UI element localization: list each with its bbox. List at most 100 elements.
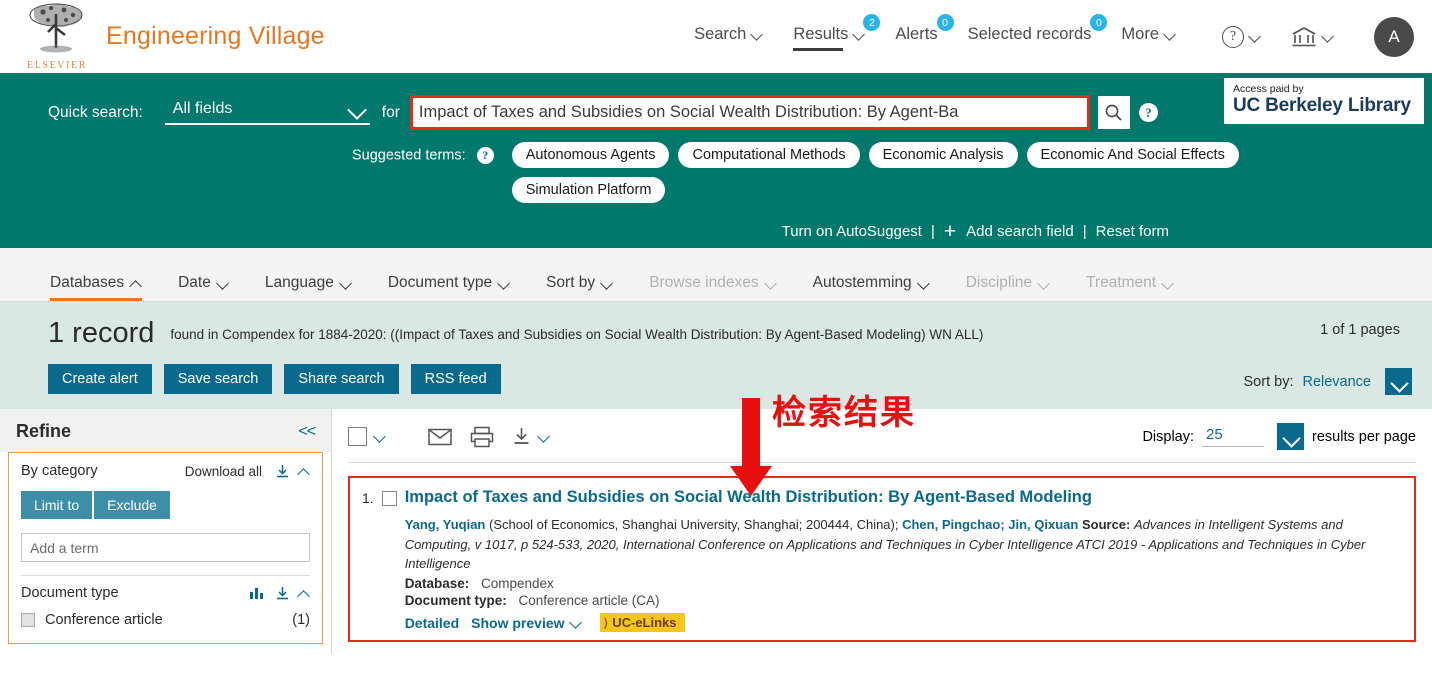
chevron-down-icon — [1393, 376, 1404, 387]
nav-item-alerts[interactable]: Alerts 0 — [895, 14, 954, 48]
refine-header: Refine << — [0, 409, 331, 452]
quick-search-row: Quick search: All fields for Impact of T… — [0, 73, 1432, 130]
search-submit-button[interactable] — [1097, 96, 1130, 129]
email-icon[interactable] — [428, 428, 452, 446]
show-preview-toggle[interactable]: Show preview — [471, 615, 581, 631]
chevron-down-icon — [218, 278, 229, 289]
download-icon[interactable] — [275, 464, 290, 479]
elsevier-wordmark: ELSEVIER — [26, 60, 88, 71]
record-author-2[interactable]: Chen, Pingchao; — [902, 517, 1008, 532]
record-citation: Yang, Yuqian (School of Economics, Shang… — [405, 515, 1402, 574]
suggested-terms-label: Suggested terms: ? — [352, 142, 494, 164]
bank-icon — [1292, 26, 1316, 46]
elsevier-tree-logo: ELSEVIER — [22, 2, 92, 71]
filter-tab-language[interactable]: Language — [265, 248, 352, 301]
access-paid-label: Access paid by — [1233, 83, 1304, 95]
results-toolbar: Display: 25 results per page — [348, 409, 1416, 463]
download-icon[interactable] — [275, 586, 290, 601]
rss-feed-button[interactable]: RSS feed — [410, 364, 501, 395]
select-all-checkbox[interactable] — [348, 427, 367, 446]
suggested-term-pill[interactable]: Computational Methods — [678, 142, 860, 168]
suggested-term-pill[interactable]: Autonomous Agents — [511, 142, 670, 168]
filter-tab-label: Document type — [387, 274, 493, 291]
record-body: Impact of Taxes and Subsidies on Social … — [404, 488, 1402, 633]
query-description: found in Compendex for 1884-2020: ((Impa… — [170, 327, 984, 342]
chevron-down-icon — [1163, 278, 1174, 289]
chevron-up-icon[interactable] — [299, 588, 310, 599]
results-summary: 1 record found in Compendex for 1884-202… — [0, 302, 1432, 409]
nav-label-alerts: Alerts — [895, 25, 938, 43]
detailed-link[interactable]: Detailed — [405, 615, 459, 631]
download-all-label[interactable]: Download all — [185, 464, 262, 479]
document-type-controls — [249, 586, 310, 601]
database-key: Database: — [404, 576, 470, 592]
display-dropdown-button[interactable] — [1277, 423, 1305, 450]
results-badge: 2 — [863, 14, 881, 31]
facet-count: (1) — [292, 612, 310, 628]
chevron-down-icon — [341, 278, 352, 289]
select-all-dropdown-icon[interactable] — [375, 431, 386, 442]
by-category-label: By category — [21, 463, 98, 479]
chevron-up-icon[interactable] — [299, 466, 310, 477]
limit-to-button[interactable]: Limit to — [21, 491, 93, 519]
nav-item-selected-records[interactable]: Selected records 0 — [968, 14, 1108, 48]
nav-label-search: Search — [694, 25, 747, 43]
results-action-icons — [428, 426, 550, 448]
download-results-control[interactable] — [512, 427, 550, 446]
exclude-button[interactable]: Exclude — [94, 491, 170, 519]
print-icon[interactable] — [470, 426, 494, 448]
search-input[interactable]: Impact of Taxes and Subsidies on Social … — [409, 95, 1090, 130]
record-checkbox[interactable] — [381, 491, 397, 506]
sort-by-dropdown-button[interactable] — [1385, 368, 1412, 395]
plus-icon: + — [943, 220, 957, 243]
facet-checkbox[interactable] — [21, 613, 35, 627]
create-alert-button[interactable]: Create alert — [48, 364, 152, 395]
collapse-sidebar-button[interactable]: << — [298, 423, 316, 441]
suggested-term-pill[interactable]: Economic Analysis — [868, 142, 1018, 168]
reset-form-link[interactable]: Reset form — [1096, 223, 1169, 240]
record-author-3[interactable]: Jin, Qixuan — [1008, 517, 1078, 532]
by-category-controls: Download all — [185, 464, 310, 479]
filter-tab-databases[interactable]: Databases — [50, 248, 143, 301]
chevron-down-icon — [1323, 31, 1334, 42]
nav-item-more[interactable]: More — [1121, 25, 1176, 48]
search-help-icon[interactable]: ? — [1138, 103, 1158, 122]
help-menu-button[interactable]: ? — [1222, 25, 1261, 48]
filter-tab-document-type[interactable]: Document type — [388, 248, 510, 301]
user-avatar[interactable]: A — [1374, 16, 1414, 57]
save-search-button[interactable]: Save search — [163, 364, 273, 395]
per-page-label: results per page — [1312, 428, 1416, 445]
sort-by-value[interactable]: Relevance — [1302, 374, 1371, 390]
doctype-value: Conference article (CA) — [518, 593, 660, 609]
chevron-down-icon — [766, 278, 777, 289]
record-count: 1 record — [48, 317, 155, 349]
display-value[interactable]: 25 — [1202, 426, 1265, 447]
nav-item-search[interactable]: Search — [694, 25, 763, 48]
uc-elinks-button[interactable]: ⟩ UC-eLinks — [599, 613, 685, 633]
suggested-terms-list: Autonomous Agents Computational Methods … — [511, 142, 1272, 203]
suggested-term-pill[interactable]: Economic And Social Effects — [1026, 142, 1239, 168]
search-field-select[interactable]: All fields — [164, 100, 370, 125]
filter-tab-label: Browse indexes — [649, 274, 759, 291]
bar-chart-icon[interactable] — [249, 586, 266, 600]
record-number: 1. — [362, 490, 374, 506]
institution-menu-button[interactable] — [1291, 26, 1334, 48]
refine-sidebar: Refine << By category Download all Limit… — [0, 409, 332, 654]
toggle-autosuggest-link[interactable]: Turn on AutoSuggest — [782, 223, 922, 240]
nav-item-results[interactable]: Results 2 — [793, 14, 881, 51]
add-term-input[interactable]: Add a term — [21, 533, 310, 562]
add-search-field-link[interactable]: Add search field — [966, 223, 1074, 240]
display-label: Display: — [1142, 428, 1195, 445]
suggested-terms-help-icon[interactable]: ? — [476, 147, 494, 164]
show-preview-label: Show preview — [471, 614, 565, 631]
record-author-1[interactable]: Yang, Yuqian — [405, 517, 486, 532]
suggested-term-pill[interactable]: Simulation Platform — [511, 177, 666, 203]
filter-tab-autostemming[interactable]: Autostemming — [813, 248, 930, 301]
brand-title: Engineering Village — [106, 22, 325, 50]
facet-row-conference-article[interactable]: Conference article (1) — [21, 612, 310, 628]
record-title-link[interactable]: Impact of Taxes and Subsidies on Social … — [405, 488, 1402, 508]
share-search-button[interactable]: Share search — [284, 364, 399, 395]
filter-tab-sort-by[interactable]: Sort by — [546, 248, 613, 301]
filter-tab-date[interactable]: Date — [178, 248, 229, 301]
brand-logo[interactable]: ELSEVIER Engineering Village — [22, 2, 325, 71]
